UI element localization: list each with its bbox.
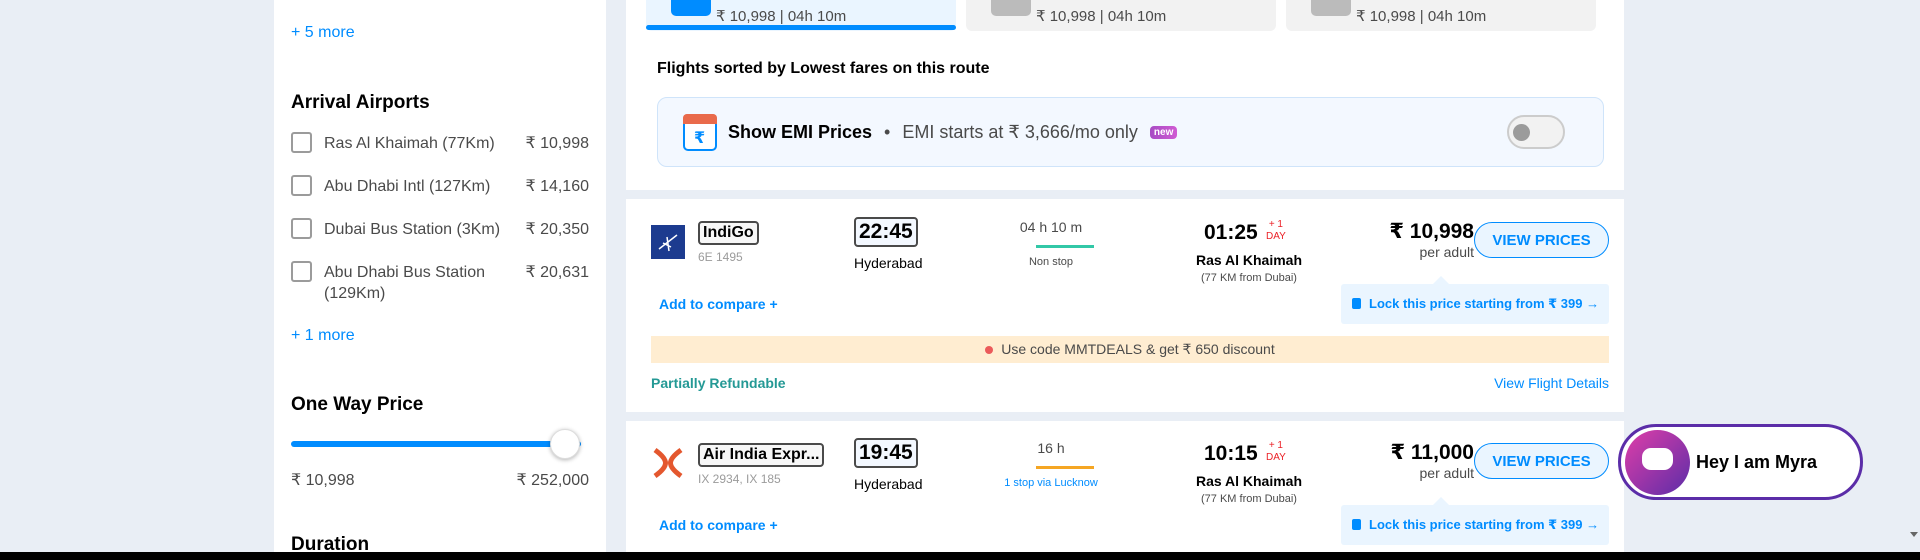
emi-separator: • [884, 121, 891, 142]
arrival-note: (77 KM from Dubai) [1201, 493, 1297, 505]
sort-tab-info: ₹ 10,998 | 04h 10m [1356, 7, 1487, 25]
per-adult-label: per adult [1419, 244, 1474, 260]
new-badge: new [1149, 125, 1178, 139]
arrival-airports-heading: Arrival Airports [291, 92, 430, 113]
plus-day-badge: + 1 DAY [1266, 219, 1286, 242]
duration-line [1036, 466, 1094, 469]
departure-time: 22:45 [854, 217, 918, 247]
arrival-note: (77 KM from Dubai) [1201, 272, 1297, 284]
promo-text: Use code MMTDEALS & get ₹ 650 discount [1001, 341, 1275, 357]
indigo-logo-icon [651, 225, 685, 259]
card-divider [626, 412, 1624, 421]
airport-filter-row[interactable]: Ras Al Khaimah (77Km) ₹ 10,998 [291, 132, 589, 154]
stops-info: 1 stop via Lucknow [1004, 477, 1098, 489]
airport-checkbox[interactable] [291, 261, 312, 282]
emi-banner: ₹ Show EMI Prices • EMI starts at ₹ 3,66… [657, 97, 1604, 167]
add-to-compare-link[interactable]: Add to compare + [659, 296, 778, 312]
airport-checkbox[interactable] [291, 132, 312, 153]
per-adult-label: per adult [1419, 465, 1474, 481]
lock-icon [1352, 519, 1361, 530]
flight-price: ₹ 10,998 [1389, 220, 1474, 243]
price-min-label: ₹ 10,998 [291, 472, 355, 489]
nonstop-icon [991, 0, 1031, 16]
airport-checkbox[interactable] [291, 218, 312, 239]
lock-price-label: Lock this price starting from ₹ 399 → [1369, 517, 1600, 532]
myra-label: Hey I am Myra [1696, 451, 1818, 472]
arrival-time: 10:15 [1204, 442, 1258, 465]
plus-day-badge: + 1 DAY [1266, 440, 1286, 463]
refund-status: Partially Refundable [651, 375, 786, 391]
airport-name: Abu Dhabi Intl (127Km) [324, 178, 491, 195]
view-flight-details-link[interactable]: View Flight Details [1494, 375, 1609, 391]
departure-time: 19:45 [854, 438, 918, 468]
emi-toggle[interactable] [1507, 115, 1565, 149]
sort-tab-info: ₹ 10,998 | 04h 10m [1036, 7, 1167, 25]
emi-subtitle: EMI starts at ₹ 3,666/mo only [902, 121, 1138, 142]
sort-tab-prefer[interactable]: ₹ 10,998 | 04h 10m [1286, 0, 1596, 31]
airline-name: Air India Expr... [698, 443, 825, 467]
sorted-title: Flights sorted by Lowest fares on this r… [657, 60, 990, 77]
duration-heading: Duration [291, 534, 370, 552]
promo-bar: Use code MMTDEALS & get ₹ 650 discount [651, 336, 1609, 363]
departure-city: Hyderabad [854, 255, 923, 271]
flight-card: Air India Expr... IX 2934, IX 185 19:45 … [626, 421, 1624, 552]
lock-price-button[interactable]: Lock this price starting from ₹ 399 → [1341, 276, 1609, 324]
cheapest-icon [671, 0, 711, 16]
filter-sidebar: + 5 more Arrival Airports Ras Al Khaimah… [274, 0, 606, 552]
departure-city: Hyderabad [854, 476, 923, 492]
add-to-compare-link[interactable]: Add to compare + [659, 517, 778, 533]
more-filters-link[interactable]: + 5 more [291, 24, 355, 42]
emi-title: Show EMI Prices [728, 121, 873, 142]
calendar-rupee-icon: ₹ [683, 114, 717, 151]
lock-icon [1352, 298, 1361, 309]
star-icon [1311, 0, 1351, 16]
airport-filter-row[interactable]: Abu Dhabi Intl (127Km) ₹ 14,160 [291, 175, 589, 197]
flight-number: 6E 1495 [698, 250, 743, 264]
promo-dot-icon [985, 345, 994, 354]
flight-duration: 16 h [1037, 440, 1065, 456]
airport-price: ₹ 14,160 [525, 178, 589, 195]
view-prices-button[interactable]: VIEW PRICES [1474, 222, 1609, 258]
flight-card: IndiGo 6E 1495 22:45 Hyderabad 04 h 10 m… [626, 199, 1624, 412]
price-max-label: ₹ 252,000 [516, 472, 589, 489]
arrival-city: Ras Al Khaimah [1195, 473, 1303, 489]
airport-name: Abu Dhabi Bus Station (129Km) [324, 264, 485, 302]
lock-price-label: Lock this price starting from ₹ 399 → [1369, 296, 1600, 311]
arrival-time: 01:25 [1204, 221, 1258, 244]
stops-info: Non stop [1028, 256, 1074, 268]
view-prices-button[interactable]: VIEW PRICES [1474, 443, 1609, 479]
airport-name: Dubai Bus Station (3Km) [324, 221, 501, 238]
scroll-down-icon[interactable] [1910, 532, 1918, 537]
one-way-price-heading: One Way Price [291, 394, 424, 415]
duration-line [1036, 245, 1094, 248]
more-airports-link[interactable]: + 1 more [291, 327, 355, 345]
arrival-city: Ras Al Khaimah [1195, 252, 1303, 268]
lock-price-button[interactable]: Lock this price starting from ₹ 399 → [1341, 497, 1609, 545]
sort-tab-info: ₹ 10,998 | 04h 10m [716, 7, 847, 25]
robot-avatar-icon [1625, 430, 1690, 495]
airline-name: IndiGo [698, 221, 759, 245]
myra-chat-button[interactable]: Hey I am Myra [1618, 424, 1863, 500]
airport-price: ₹ 20,350 [525, 221, 589, 238]
airport-checkbox[interactable] [291, 175, 312, 196]
price-slider-thumb[interactable] [550, 429, 580, 459]
active-tab-underline [646, 25, 956, 30]
results-panel: ₹ 10,998 | 04h 10m ₹ 10,998 | 04h 10m ₹ … [626, 0, 1624, 552]
air-india-express-logo-icon [653, 447, 683, 479]
sort-tab-nonstop[interactable]: ₹ 10,998 | 04h 10m [966, 0, 1276, 31]
airport-filter-row[interactable]: Dubai Bus Station (3Km) ₹ 20,350 [291, 218, 589, 240]
card-divider [626, 190, 1624, 199]
airport-filter-row[interactable]: Abu Dhabi Bus Station (129Km) ₹ 20,631 [291, 261, 589, 304]
flight-price: ₹ 11,000 [1390, 441, 1474, 464]
price-slider-track[interactable] [291, 441, 581, 447]
airport-price: ₹ 10,998 [525, 135, 589, 152]
flight-duration: 04 h 10 m [1019, 219, 1083, 235]
bottom-bar [0, 552, 1920, 560]
flight-number: IX 2934, IX 185 [698, 472, 781, 486]
airport-price: ₹ 20,631 [525, 264, 589, 281]
airport-name: Ras Al Khaimah (77Km) [324, 135, 495, 152]
